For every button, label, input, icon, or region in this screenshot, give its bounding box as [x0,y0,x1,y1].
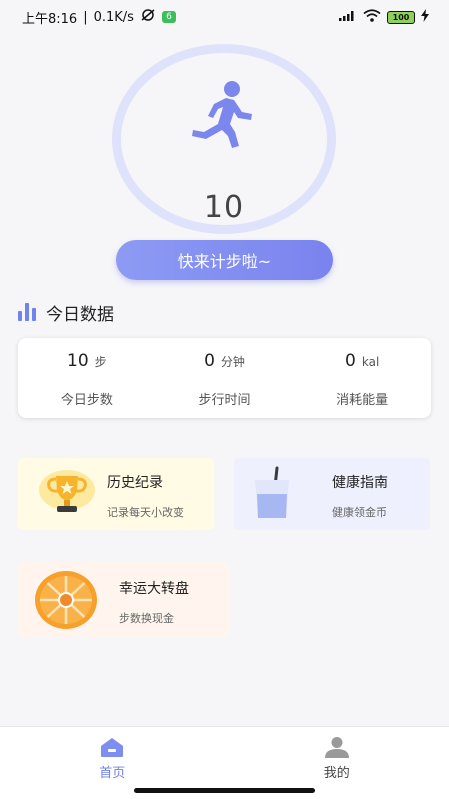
mute-alarm-icon [140,8,156,26]
wheel-subtitle: 步数换现金 [119,612,174,625]
step-count: 10 [203,190,245,225]
signal-icon [339,9,357,25]
health-guide-card[interactable]: 健康指南 健康领金币 [234,458,430,530]
health-title: 健康指南 [332,475,388,491]
status-divider: | [83,9,88,25]
stat-value: 0 [345,351,356,371]
history-subtitle: 记录每天小改变 [107,506,184,519]
wifi-icon [363,8,381,26]
stat-energy: 0 kal 消耗能量 [293,338,431,418]
wheel-title: 幸运大转盘 [119,581,189,597]
charging-icon [421,8,429,26]
stat-steps: 10 步 今日步数 [18,338,156,418]
stat-label: 步行时间 [198,393,251,408]
status-time: 上午8:16 [22,11,78,27]
home-indicator [134,788,315,793]
prize-wheel-icon [35,571,97,629]
runner-icon [192,81,252,148]
trophy-icon [39,470,95,512]
today-data-heading: 今日数据 [18,298,114,326]
home-icon [101,738,124,757]
notification-badge: 6 [161,11,176,23]
status-left: 上午8:16 | 0.1K/s 6 [22,8,176,27]
nav-home-label: 首页 [99,766,126,781]
status-bar: 上午8:16 | 0.1K/s 6 100 [0,0,449,34]
stat-unit: 分钟 [220,355,245,369]
health-subtitle: 健康领金币 [332,506,387,519]
stat-label: 消耗能量 [336,393,389,408]
user-icon [324,737,349,758]
stat-unit: kal [361,355,380,369]
today-data-title: 今日数据 [46,304,114,325]
battery-icon: 100 [387,10,415,24]
start-counting-button[interactable]: 快来计步啦~ [116,240,333,280]
nav-mine-label: 我的 [323,766,350,781]
lucky-wheel-card[interactable]: 幸运大转盘 步数换现金 [18,562,230,638]
step-ring: 10 [112,44,336,234]
history-card[interactable]: 历史纪录 记录每天小改变 [18,458,214,530]
status-right: 100 [339,8,429,26]
network-speed: 0.1K/s [93,9,134,25]
stat-value: 10 [67,351,89,371]
stat-label: 今日步数 [60,393,113,408]
stat-unit: 步 [94,355,107,369]
stat-walk-time: 0 分钟 步行时间 [156,338,294,418]
today-stats-card: 10 步 今日步数 0 分钟 步行时间 0 kal 消耗能量 [18,338,431,418]
bar-chart-icon [18,303,36,321]
history-title: 历史纪录 [107,475,163,491]
stat-value: 0 [204,351,215,371]
water-glass-icon [255,466,289,518]
